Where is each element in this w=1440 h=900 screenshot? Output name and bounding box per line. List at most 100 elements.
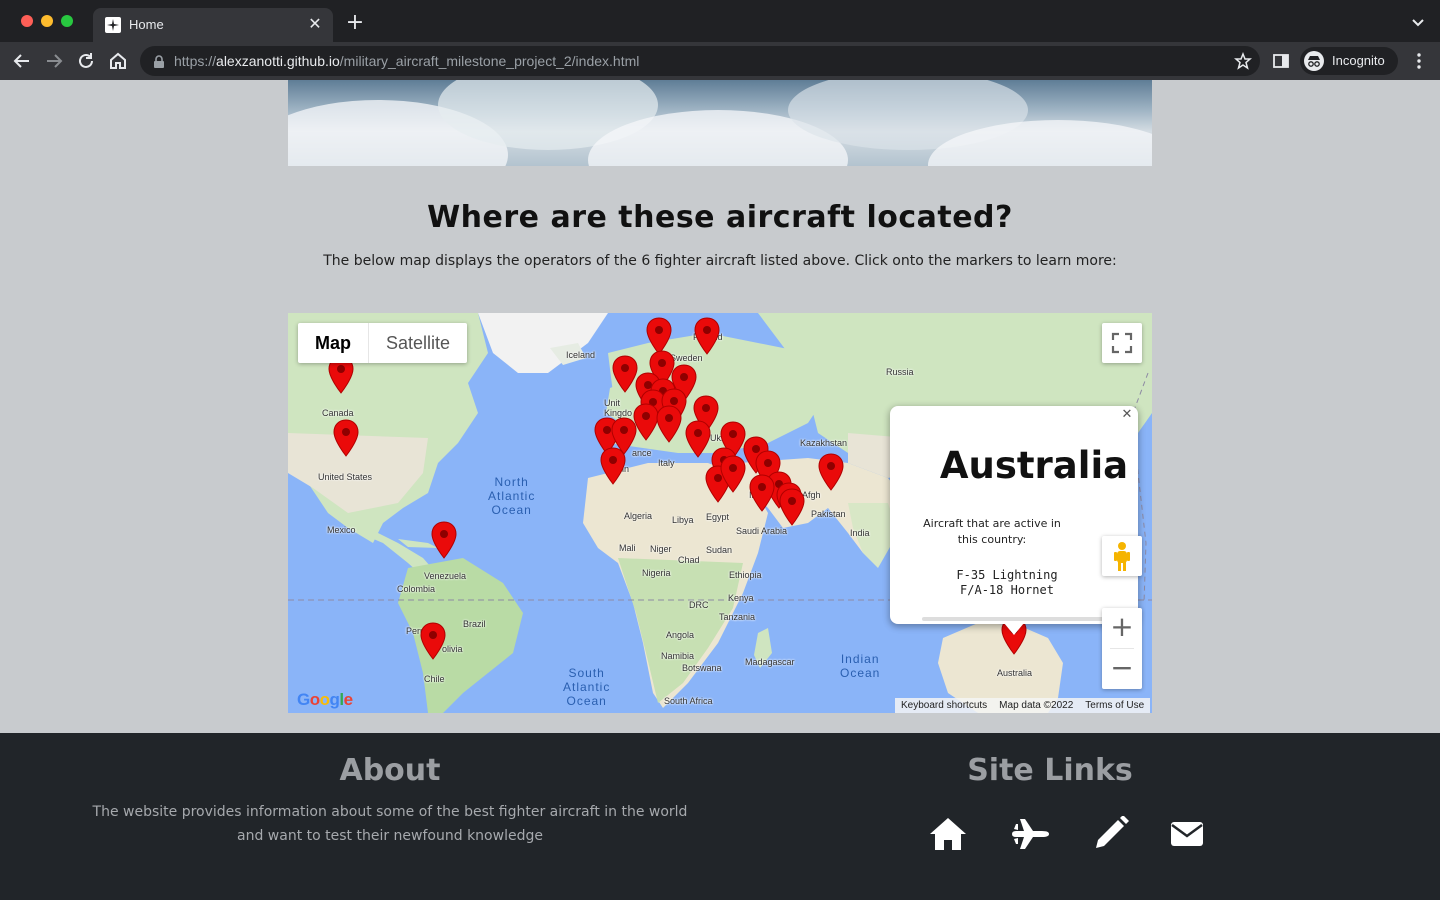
- map-label-algeria: Algeria: [624, 511, 653, 521]
- map-label-chad: Chad: [678, 555, 700, 565]
- map-marker-pin-icon[interactable]: [431, 521, 457, 559]
- map-label-venezuela: Venezuela: [424, 571, 467, 581]
- zoom-control: + −: [1102, 608, 1142, 689]
- map-label-nigeria: Nigeria: [642, 568, 671, 578]
- map-label-south-atlantic: South Atlantic Ocean: [563, 666, 611, 708]
- aircraft-item: F-35 Lightning: [956, 568, 1058, 582]
- map-section-title: Where are these aircraft located?: [427, 200, 1013, 235]
- zoom-out-button[interactable]: −: [1102, 649, 1142, 689]
- map-marker-pin-icon[interactable]: [685, 420, 711, 458]
- plane-favicon-icon: [105, 17, 121, 33]
- incognito-label: Incognito: [1332, 53, 1385, 68]
- window-minimize-button[interactable]: [41, 15, 53, 27]
- map-label-ethiopia: Ethiopia: [729, 570, 762, 580]
- map-label-libya: Libya: [672, 515, 694, 525]
- browser-tab-home[interactable]: Home ✕: [93, 8, 333, 42]
- forward-arrow-icon[interactable]: [43, 50, 65, 72]
- site-footer: About The website provides information a…: [0, 733, 1440, 900]
- map-marker-pin-icon[interactable]: [420, 622, 446, 660]
- footer-site-links-title: Site Links: [967, 753, 1133, 788]
- bookmark-star-icon[interactable]: [1234, 51, 1252, 70]
- map-marker-pin-icon[interactable]: [600, 447, 626, 485]
- map-marker-pin-icon[interactable]: [694, 317, 720, 355]
- url-text[interactable]: https://alexzanotti.github.io/military_a…: [174, 53, 639, 69]
- map-label-canada: Canada: [322, 408, 354, 418]
- map-type-control: Map Satellite: [298, 323, 468, 363]
- home-icon[interactable]: [107, 50, 129, 72]
- zoom-in-button[interactable]: +: [1102, 608, 1142, 648]
- footer-plane-icon[interactable]: [1010, 816, 1050, 852]
- google-logo[interactable]: Google: [297, 690, 353, 710]
- map-marker-pin-icon[interactable]: [749, 474, 775, 512]
- map-type-map-button[interactable]: Map: [298, 323, 368, 363]
- window-maximize-button[interactable]: [61, 15, 73, 27]
- hero-cloud-image: [288, 80, 1152, 166]
- back-arrow-icon[interactable]: [11, 50, 33, 72]
- tab-title: Home: [129, 17, 164, 32]
- map-section-subtitle: The below map displays the operators of …: [323, 253, 1117, 269]
- tab-search-chevron-icon[interactable]: [1410, 14, 1426, 30]
- map-label-india: India: [850, 528, 870, 538]
- map-marker-pin-icon[interactable]: [333, 419, 359, 457]
- map-label-uk: Unit Kingdo: [604, 398, 633, 418]
- map-label-australia: Australia: [997, 668, 1033, 678]
- map-label-brazil: Brazil: [463, 619, 486, 629]
- info-window-aircraft-list: F-35 Lightning F/A-18 Hornet: [920, 568, 1094, 598]
- incognito-badge[interactable]: Incognito: [1300, 47, 1398, 75]
- map-attribution: Keyboard shortcuts Map data ©2022 Terms …: [895, 698, 1151, 713]
- side-panel-icon[interactable]: [1272, 52, 1290, 70]
- browser-toolbar: https://alexzanotti.github.io/military_a…: [0, 42, 1440, 80]
- map-marker-pin-icon[interactable]: [656, 405, 682, 443]
- browser-tab-bar: Home ✕ +: [0, 0, 1440, 42]
- map-label-madagascar: Madagascar: [745, 657, 795, 667]
- window-close-button[interactable]: [21, 15, 33, 27]
- map-label-mali: Mali: [619, 543, 636, 553]
- map-label-kazakhstan: Kazakhstan: [800, 438, 848, 448]
- map-label-italy: Italy: [658, 458, 675, 468]
- map-label-pakistan: Pakistan: [811, 509, 846, 519]
- info-window-description: Aircraft that are active in this country…: [923, 517, 1061, 546]
- aircraft-item: F/A-18 Hornet: [960, 583, 1054, 597]
- footer-about-text: The website provides information about s…: [92, 804, 688, 844]
- map-label-angola: Angola: [666, 630, 695, 640]
- lock-icon[interactable]: [152, 54, 166, 68]
- map-label-indian-ocean: Indian Ocean: [840, 652, 881, 680]
- info-window-close-icon[interactable]: ✕: [1120, 408, 1134, 422]
- map-label-kenya: Kenya: [728, 593, 754, 603]
- info-window-scrollbar[interactable]: [922, 617, 1108, 621]
- map-label-sudan: Sudan: [706, 545, 733, 555]
- footer-envelope-icon[interactable]: [1168, 816, 1208, 852]
- map-label-colombia: Colombia: [397, 584, 436, 594]
- map-label-tanzania: Tanzania: [719, 612, 756, 622]
- keyboard-shortcuts-link[interactable]: Keyboard shortcuts: [895, 698, 993, 713]
- street-view-pegman-button[interactable]: [1102, 536, 1142, 576]
- fullscreen-button[interactable]: [1102, 323, 1142, 363]
- reload-icon[interactable]: [75, 50, 97, 72]
- address-bar[interactable]: https://alexzanotti.github.io/military_a…: [140, 46, 1260, 76]
- map-marker-pin-icon[interactable]: [818, 453, 844, 491]
- map-label-botswana: Botswana: [682, 663, 722, 673]
- fullscreen-icon: [1111, 332, 1133, 354]
- browser-menu-icon[interactable]: [1410, 52, 1428, 70]
- info-window-country: Australia: [939, 444, 1129, 487]
- tab-close-icon[interactable]: ✕: [305, 14, 325, 34]
- footer-about-title: About: [339, 753, 441, 788]
- map-label-iceland: Iceland: [566, 350, 596, 360]
- map-type-satellite-button[interactable]: Satellite: [368, 323, 467, 363]
- map-label-egypt: Egypt: [706, 512, 730, 522]
- new-tab-button[interactable]: +: [344, 12, 366, 34]
- world-map[interactable]: Iceland Finland Sweden No Unit Kingdo Ru…: [288, 313, 1152, 713]
- map-marker-pin-icon[interactable]: [779, 488, 805, 526]
- map-label-niger: Niger: [650, 544, 672, 554]
- footer-home-icon[interactable]: [928, 816, 968, 852]
- info-window-pointer: [1004, 623, 1024, 635]
- footer-pencil-icon[interactable]: [1092, 815, 1132, 852]
- map-label-south-africa: South Africa: [664, 696, 713, 706]
- map-label-drc: DRC: [689, 600, 709, 610]
- map-label-russia: Russia: [886, 367, 914, 377]
- map-marker-pin-icon[interactable]: [720, 455, 746, 493]
- map-label-chile: Chile: [424, 674, 445, 684]
- map-label-saudi-arabia: Saudi Arabia: [736, 526, 788, 536]
- map-label-mexico: Mexico: [327, 525, 356, 535]
- terms-of-use-link[interactable]: Terms of Use: [1079, 698, 1150, 713]
